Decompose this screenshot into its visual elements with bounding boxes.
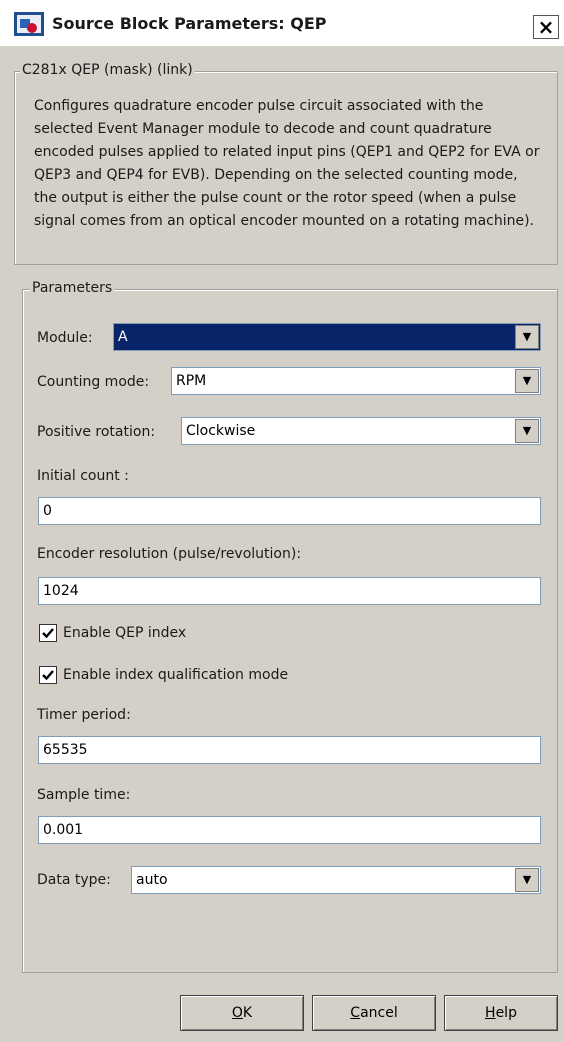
title-bar: Source Block Parameters: QEP × xyxy=(0,0,564,46)
positive-rotation-value: Clockwise xyxy=(186,423,256,439)
module-label: Module: xyxy=(37,330,93,346)
encoder-resolution-field[interactable]: 1024 xyxy=(38,577,541,605)
mask-description: Configures quadrature encoder pulse circ… xyxy=(34,98,540,229)
enable-index-qualification-checkbox[interactable] xyxy=(39,666,57,684)
positive-rotation-label: Positive rotation: xyxy=(37,424,156,440)
close-button[interactable]: × xyxy=(533,15,559,39)
module-select[interactable]: A ▼ xyxy=(113,323,541,351)
encoder-resolution-label: Encoder resolution (pulse/revolution): xyxy=(37,546,302,562)
simulink-block-icon xyxy=(14,12,44,36)
initial-count-label: Initial count : xyxy=(37,468,129,484)
parameters-group-label: Parameters xyxy=(30,280,115,296)
counting-mode-value: RPM xyxy=(176,373,207,389)
counting-mode-label: Counting mode: xyxy=(37,374,150,390)
ok-button[interactable]: OK xyxy=(180,995,304,1031)
chevron-down-icon[interactable]: ▼ xyxy=(515,419,539,443)
checkmark-icon xyxy=(42,670,54,681)
positive-rotation-select[interactable]: Clockwise ▼ xyxy=(181,417,541,445)
module-value: A xyxy=(118,329,128,345)
cancel-button-mnemonic: C xyxy=(350,1005,361,1021)
counting-mode-select[interactable]: RPM ▼ xyxy=(171,367,541,395)
mask-group-label: C281x QEP (mask) (link) xyxy=(20,62,195,78)
cancel-button-label: ancel xyxy=(360,1005,398,1021)
enable-index-qualification-label: Enable index qualification mode xyxy=(63,667,289,683)
chevron-down-icon[interactable]: ▼ xyxy=(515,369,539,393)
checkmark-icon xyxy=(42,628,54,639)
initial-count-field[interactable]: 0 xyxy=(38,497,541,525)
data-type-label: Data type: xyxy=(37,872,111,888)
timer-period-label: Timer period: xyxy=(37,707,131,723)
sample-time-field[interactable]: 0.001 xyxy=(38,816,541,844)
sample-time-label: Sample time: xyxy=(37,787,131,803)
timer-period-field[interactable]: 65535 xyxy=(38,736,541,764)
enable-qep-index-label: Enable QEP index xyxy=(63,625,187,641)
help-button[interactable]: Help xyxy=(444,995,558,1031)
chevron-down-icon[interactable]: ▼ xyxy=(515,325,539,349)
ok-button-mnemonic: O xyxy=(231,1005,243,1021)
help-button-mnemonic: H xyxy=(485,1005,496,1021)
data-type-select[interactable]: auto ▼ xyxy=(131,866,541,894)
chevron-down-icon[interactable]: ▼ xyxy=(515,868,539,892)
ok-button-label: K xyxy=(242,1005,253,1021)
cancel-button[interactable]: Cancel xyxy=(312,995,436,1031)
data-type-value: auto xyxy=(136,872,168,888)
help-button-label: elp xyxy=(495,1005,517,1021)
enable-qep-index-checkbox[interactable] xyxy=(39,624,57,642)
window-title: Source Block Parameters: QEP xyxy=(52,14,327,33)
